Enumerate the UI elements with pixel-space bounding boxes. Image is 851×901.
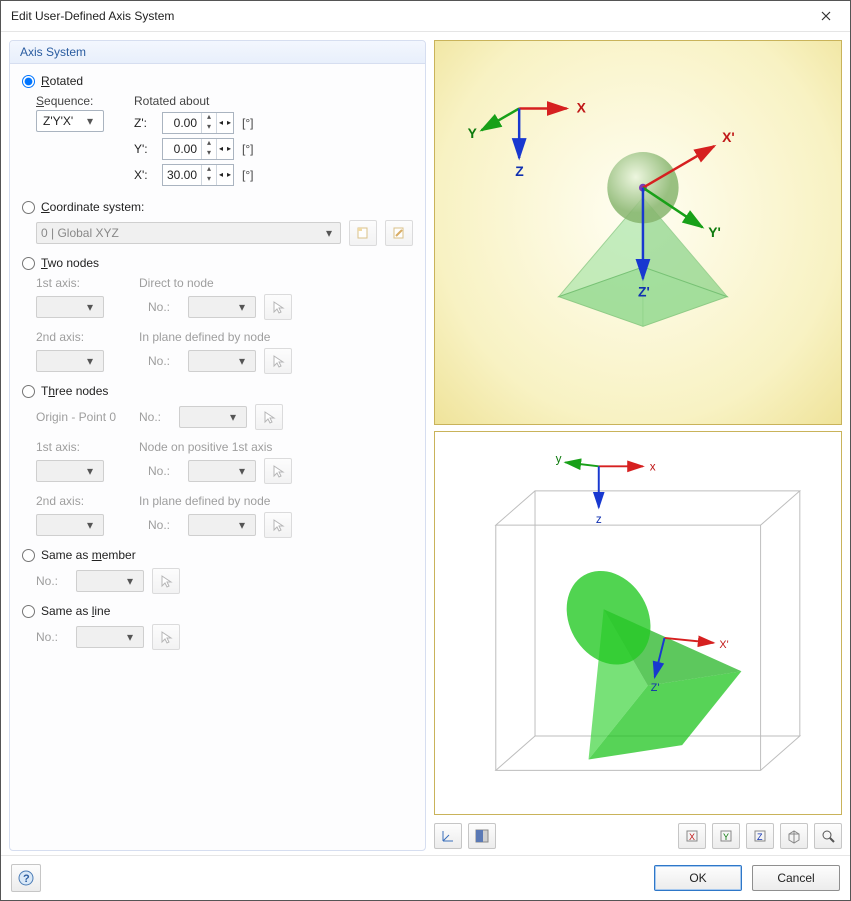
sequence-combo[interactable]: Z'Y'X' ▾ xyxy=(36,110,104,132)
axes-icon xyxy=(440,828,456,844)
cursor-icon xyxy=(159,630,173,644)
svg-text:Z': Z' xyxy=(638,284,650,300)
option-rotated[interactable]: Rotated xyxy=(22,74,413,88)
radio-two-nodes[interactable] xyxy=(22,257,35,270)
view-y-icon: Y xyxy=(718,828,734,844)
group-title: Axis System xyxy=(10,41,425,64)
three-axis1-combo[interactable]: ▾ xyxy=(36,460,104,482)
cursor-icon xyxy=(271,518,285,532)
document-icon xyxy=(356,226,370,240)
pick-member-button[interactable] xyxy=(152,568,180,594)
two-nodes-node2-combo[interactable]: ▾ xyxy=(188,350,256,372)
pick-node-button[interactable] xyxy=(264,348,292,374)
svg-text:x: x xyxy=(650,460,656,473)
radio-same-member[interactable] xyxy=(22,549,35,562)
titlebar: Edit User-Defined Axis System xyxy=(1,1,850,32)
view-iso-button[interactable] xyxy=(780,823,808,849)
svg-text:Z': Z' xyxy=(651,681,660,693)
rot-x-input[interactable]: 30.00▴▾◂▸ xyxy=(162,164,234,186)
view-x-icon: X xyxy=(684,828,700,844)
svg-text:Y: Y xyxy=(468,125,478,141)
coord-system-combo[interactable]: 0 | Global XYZ ▾ xyxy=(36,222,341,244)
window-title: Edit User-Defined Axis System xyxy=(11,9,174,23)
cursor-icon xyxy=(271,300,285,314)
view-axis-button[interactable] xyxy=(434,823,462,849)
svg-text:Z: Z xyxy=(515,163,524,179)
option-three-nodes[interactable]: Three nodes xyxy=(22,384,413,398)
svg-text:Y': Y' xyxy=(708,224,721,240)
three-axis2-combo[interactable]: ▾ xyxy=(36,514,104,536)
sequence-label: Sequence: xyxy=(36,94,104,108)
member-no-combo[interactable]: ▾ xyxy=(76,570,144,592)
pick-node-button[interactable] xyxy=(264,294,292,320)
dialog: Edit User-Defined Axis System Axis Syste… xyxy=(0,0,851,901)
radio-three-nodes[interactable] xyxy=(22,385,35,398)
document-edit-icon xyxy=(392,226,406,240)
pick-node-button[interactable] xyxy=(264,458,292,484)
three-node2-combo[interactable]: ▾ xyxy=(188,514,256,536)
new-coord-button[interactable] xyxy=(349,220,377,246)
radio-rotated[interactable] xyxy=(22,75,35,88)
footer: ? OK Cancel xyxy=(1,855,850,900)
preview-bottom[interactable]: x y z X' xyxy=(434,431,842,816)
view-z-icon: Z xyxy=(752,828,768,844)
option-two-nodes[interactable]: Two nodes xyxy=(22,256,413,270)
svg-text:?: ? xyxy=(23,873,30,885)
cancel-button[interactable]: Cancel xyxy=(752,865,840,891)
option-coordinate-system[interactable]: Coordinate system: xyxy=(22,200,413,214)
svg-text:Z: Z xyxy=(757,832,763,842)
preview-top[interactable]: X Y Z xyxy=(434,40,842,425)
cursor-icon xyxy=(271,354,285,368)
help-button[interactable]: ? xyxy=(11,864,41,892)
pick-node-button[interactable] xyxy=(264,512,292,538)
edit-coord-button[interactable] xyxy=(385,220,413,246)
rot-y-input[interactable]: 0.00▴▾◂▸ xyxy=(162,138,234,160)
chevron-down-icon: ▾ xyxy=(322,226,336,240)
svg-text:Y: Y xyxy=(723,832,729,842)
chevron-down-icon: ▾ xyxy=(83,114,97,128)
svg-text:X: X xyxy=(689,832,695,842)
svg-text:y: y xyxy=(556,452,562,465)
view-x-button[interactable]: X xyxy=(678,823,706,849)
svg-text:X: X xyxy=(577,99,587,115)
help-icon: ? xyxy=(18,870,34,886)
preview-toolbar: X Y Z xyxy=(434,821,842,851)
zoom-icon xyxy=(820,828,836,844)
svg-text:X': X' xyxy=(722,129,735,145)
cursor-icon xyxy=(262,410,276,424)
rotated-about-label: Rotated about xyxy=(134,94,253,108)
three-origin-combo[interactable]: ▾ xyxy=(179,406,247,428)
radio-same-line[interactable] xyxy=(22,605,35,618)
pick-line-button[interactable] xyxy=(152,624,180,650)
cube-icon xyxy=(786,828,802,844)
two-nodes-axis1-combo[interactable]: ▾ xyxy=(36,296,104,318)
two-nodes-axis2-combo[interactable]: ▾ xyxy=(36,350,104,372)
view-shade-button[interactable] xyxy=(468,823,496,849)
rot-z-input[interactable]: 0.00▴▾◂▸ xyxy=(162,112,234,134)
two-nodes-node1-combo[interactable]: ▾ xyxy=(188,296,256,318)
spinner-icon[interactable]: ▴▾ xyxy=(201,113,216,133)
radio-coord[interactable] xyxy=(22,201,35,214)
close-icon xyxy=(821,11,831,21)
svg-text:X': X' xyxy=(719,638,728,650)
svg-text:z: z xyxy=(596,513,602,526)
view-z-button[interactable]: Z xyxy=(746,823,774,849)
line-no-combo[interactable]: ▾ xyxy=(76,626,144,648)
cursor-icon xyxy=(159,574,173,588)
ok-button[interactable]: OK xyxy=(654,865,742,891)
pick-node-button[interactable] xyxy=(255,404,283,430)
option-same-line[interactable]: Same as line xyxy=(22,604,413,618)
stepper-icon[interactable]: ◂▸ xyxy=(216,113,233,133)
view-y-button[interactable]: Y xyxy=(712,823,740,849)
cursor-icon xyxy=(271,464,285,478)
three-node1-combo[interactable]: ▾ xyxy=(188,460,256,482)
close-button[interactable] xyxy=(806,3,846,29)
option-same-member[interactable]: Same as member xyxy=(22,548,413,562)
shade-icon xyxy=(474,828,490,844)
axis-system-group: Axis System Rotated Sequence: Z'Y'X' ▾ xyxy=(9,40,426,851)
view-zoom-button[interactable] xyxy=(814,823,842,849)
